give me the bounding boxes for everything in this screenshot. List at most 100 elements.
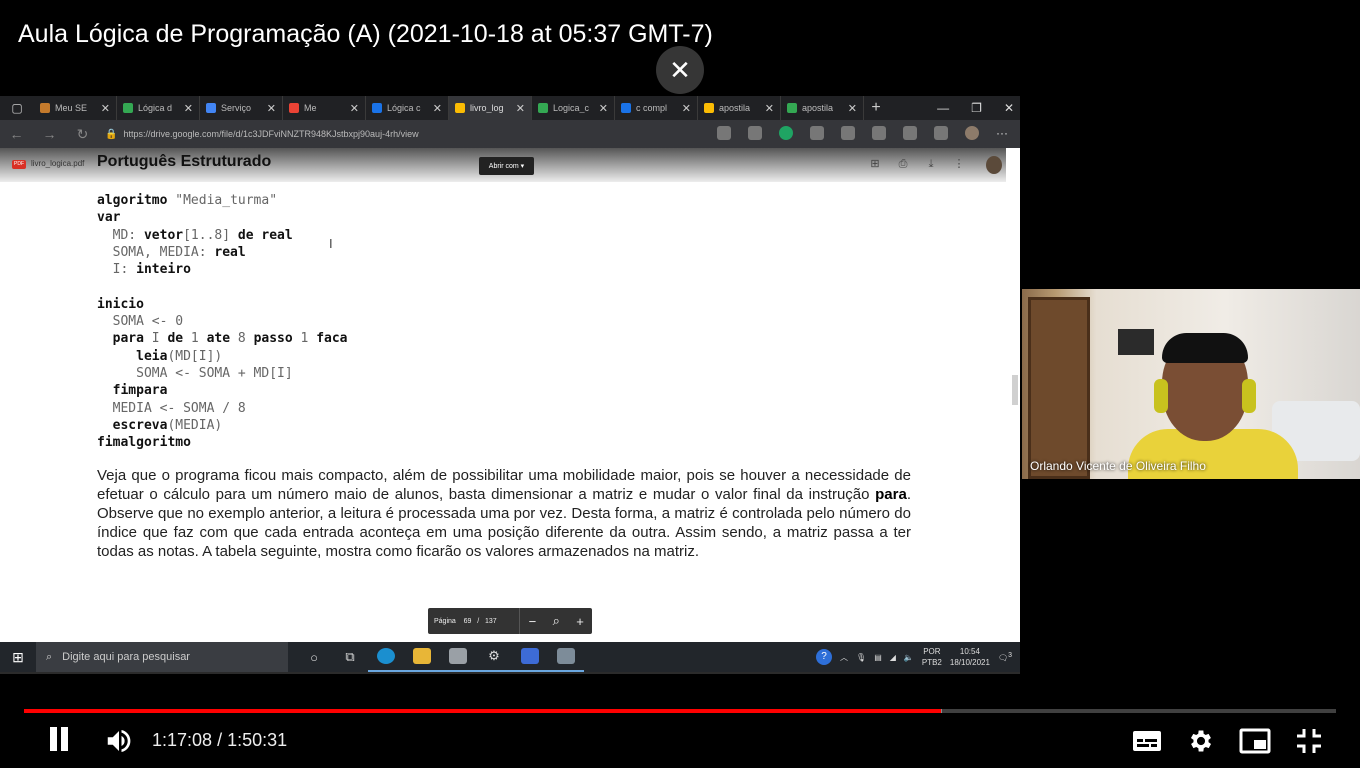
profile-avatar[interactable] bbox=[965, 126, 979, 140]
edge-icon[interactable] bbox=[368, 642, 404, 672]
code-line: var bbox=[97, 210, 121, 226]
download-icon[interactable]: ⤓ bbox=[924, 158, 938, 170]
subtitles-button[interactable] bbox=[1130, 724, 1164, 758]
windows-start-icon[interactable]: ⊞ bbox=[0, 649, 36, 666]
extensions-icon[interactable] bbox=[872, 126, 886, 140]
tab-favicon-icon bbox=[704, 103, 714, 113]
zoom-out-icon[interactable]: − bbox=[520, 614, 544, 629]
file-name: livro_logica.pdf bbox=[31, 159, 85, 168]
extension-icon[interactable] bbox=[779, 126, 793, 140]
zoom-in-icon[interactable]: + bbox=[568, 614, 592, 629]
window-close-icon[interactable]: ✕ bbox=[1004, 101, 1014, 115]
scrollbar[interactable] bbox=[1012, 375, 1018, 405]
tab-close-icon[interactable]: ✕ bbox=[765, 102, 774, 115]
zoom-icon[interactable]: ⌕ bbox=[544, 613, 568, 629]
zoom-icon[interactable] bbox=[717, 126, 731, 140]
tab-favicon-icon bbox=[123, 103, 133, 113]
tab-favicon-icon bbox=[621, 103, 631, 113]
exit-fullscreen-button[interactable] bbox=[1292, 724, 1326, 758]
close-button[interactable]: ✕ bbox=[656, 46, 704, 94]
browser-tab[interactable]: Lógica c ✕ bbox=[366, 96, 449, 120]
browser-tab[interactable]: Logica_c ✕ bbox=[532, 96, 615, 120]
browser-tab[interactable]: Meu SE ✕ bbox=[34, 96, 117, 120]
tab-favicon-icon bbox=[538, 103, 548, 113]
microphone-icon[interactable]: 🎙 bbox=[856, 653, 866, 662]
browser-tab[interactable]: Serviço ✕ bbox=[200, 96, 283, 120]
miniplayer-button[interactable] bbox=[1238, 724, 1272, 758]
windows-taskbar: ⊞ ⌕ Digite aqui para pesquisar ○ ⧉ ⚙ ? ︿… bbox=[0, 642, 1020, 672]
chevron-up-icon[interactable]: ︿ bbox=[840, 652, 848, 663]
miniplayer-icon bbox=[1239, 728, 1271, 754]
tab-close-icon[interactable]: ✕ bbox=[848, 102, 857, 115]
wifi-icon[interactable]: ◢ bbox=[890, 653, 896, 662]
extension-icon[interactable] bbox=[810, 126, 824, 140]
collections-icon[interactable] bbox=[934, 126, 948, 140]
favorite-add-icon[interactable] bbox=[748, 126, 762, 140]
speaker-icon[interactable]: 🔈 bbox=[904, 653, 914, 662]
volume-button[interactable] bbox=[102, 724, 136, 758]
browser-tab[interactable]: c compl ✕ bbox=[615, 96, 698, 120]
file-explorer-icon[interactable] bbox=[404, 642, 440, 672]
cortana-icon[interactable]: ○ bbox=[296, 642, 332, 672]
language-indicator[interactable]: POR PTB2 bbox=[922, 646, 942, 668]
page-indicator: Página 69 / 137 bbox=[434, 617, 497, 625]
code-line: SOMA <- SOMA + MD[I] bbox=[136, 365, 293, 381]
browser-tab[interactable]: livro_log ✕ bbox=[449, 96, 532, 120]
code-block: algoritmo "Media_turma" var MD: vetor[1..… bbox=[97, 192, 348, 451]
open-with-button[interactable]: Abrir com ▾ bbox=[479, 157, 534, 175]
restore-icon[interactable]: ❐ bbox=[971, 101, 982, 115]
reload-icon[interactable]: ↻ bbox=[66, 126, 99, 143]
back-icon[interactable]: ← bbox=[0, 126, 33, 142]
minimize-icon[interactable]: — bbox=[937, 101, 949, 115]
pause-icon bbox=[48, 726, 70, 756]
app-icon[interactable] bbox=[512, 642, 548, 672]
browser-tab[interactable]: apostila ✕ bbox=[781, 96, 864, 120]
exit-fullscreen-icon bbox=[1297, 729, 1321, 753]
forward-icon[interactable]: → bbox=[33, 126, 66, 142]
settings-app-icon[interactable]: ⚙ bbox=[476, 642, 512, 672]
more-options-icon[interactable]: ⋮ bbox=[952, 158, 966, 170]
tab-close-icon[interactable]: ✕ bbox=[267, 102, 276, 115]
browser-tab[interactable]: apostila ✕ bbox=[698, 96, 781, 120]
favorites-icon[interactable] bbox=[903, 126, 917, 140]
network-icon[interactable]: ▤ bbox=[874, 653, 882, 662]
page-controls: Página 69 / 137 − ⌕ + bbox=[428, 608, 592, 634]
system-tray: ? ︿ 🎙 ▤ ◢ 🔈 POR PTB2 10:54 18/10/2021 🗨3 bbox=[816, 642, 1012, 672]
code-line: fimalgoritmo bbox=[97, 435, 191, 451]
more-icon[interactable]: ··· bbox=[996, 126, 1008, 140]
tab-close-icon[interactable]: ✕ bbox=[516, 102, 525, 115]
progress-bar[interactable] bbox=[24, 709, 1336, 713]
pause-button[interactable] bbox=[46, 724, 72, 758]
url-field[interactable]: https://drive.google.com/file/d/1c3JDFvi… bbox=[123, 129, 683, 139]
avatar[interactable] bbox=[986, 156, 1002, 174]
task-view-icon[interactable]: ⧉ bbox=[332, 642, 368, 672]
app-icon[interactable] bbox=[548, 642, 584, 672]
tab-close-icon[interactable]: ✕ bbox=[433, 102, 442, 115]
app-icon[interactable] bbox=[440, 642, 476, 672]
viewer-header: PDF livro_logica.pdf Português Estrutura… bbox=[0, 148, 1006, 182]
lock-icon[interactable]: 🔒 bbox=[105, 129, 117, 140]
document-heading: Português Estruturado bbox=[97, 153, 272, 170]
tab-close-icon[interactable]: ✕ bbox=[682, 102, 691, 115]
notifications-icon[interactable]: 🗨3 bbox=[998, 652, 1012, 663]
tab-close-icon[interactable]: ✕ bbox=[350, 102, 359, 115]
browser-tab[interactable]: Lógica d ✕ bbox=[117, 96, 200, 120]
extension-icon[interactable] bbox=[841, 126, 855, 140]
code-line: inicio bbox=[97, 296, 144, 312]
comment-icon[interactable]: ⊞ bbox=[868, 158, 882, 170]
print-icon[interactable]: ⎙ bbox=[896, 158, 910, 170]
settings-button[interactable] bbox=[1184, 724, 1218, 758]
pdf-viewer: PDF livro_logica.pdf Português Estrutura… bbox=[0, 148, 1020, 642]
close-icon: ✕ bbox=[669, 54, 691, 85]
system-clock[interactable]: 10:54 18/10/2021 bbox=[950, 646, 990, 668]
tab-favicon-icon bbox=[289, 103, 299, 113]
help-icon[interactable]: ? bbox=[816, 649, 833, 665]
browser-tab[interactable]: Me ✕ bbox=[283, 96, 366, 120]
tab-close-icon[interactable]: ✕ bbox=[184, 102, 193, 115]
tab-close-icon[interactable]: ✕ bbox=[599, 102, 608, 115]
taskbar-search[interactable]: ⌕ Digite aqui para pesquisar bbox=[36, 642, 288, 672]
volume-icon bbox=[107, 730, 131, 752]
tab-actions-icon[interactable]: ▢ bbox=[0, 96, 34, 120]
tab-close-icon[interactable]: ✕ bbox=[101, 102, 110, 115]
new-tab-button[interactable]: + bbox=[864, 99, 888, 117]
